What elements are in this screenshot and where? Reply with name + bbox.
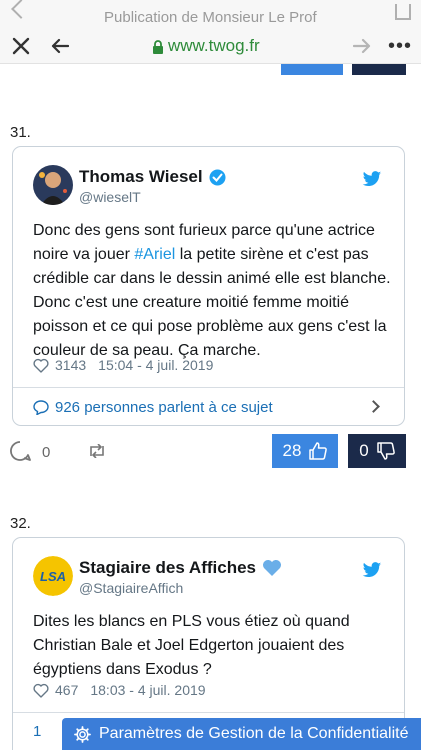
lock-icon: [152, 39, 164, 54]
privacy-settings-label: Paramètres de Gestion de la Confidential…: [99, 725, 409, 742]
avatar: LSA: [33, 556, 73, 596]
hashtag-link[interactable]: #Ariel: [134, 246, 175, 263]
back-button[interactable]: [48, 34, 72, 58]
tweet-text: Donc des gens sont furieux parce qu'une …: [33, 219, 393, 363]
author-name-text: Thomas Wiesel: [79, 167, 203, 186]
browser-nav-bar: www.twog.fr •••: [0, 28, 421, 64]
twitter-bird-icon[interactable]: [362, 171, 382, 193]
browser-title-bar: Publication de Monsieur Le Prof: [0, 0, 421, 28]
post-actions: 0 28 0: [0, 434, 421, 470]
post-number: 32.: [10, 515, 31, 532]
forward-arrow-icon: [353, 38, 371, 54]
previous-like-button[interactable]: [281, 64, 343, 75]
blue-heart-icon: [263, 560, 281, 576]
tweet-conversation-link[interactable]: 926 personnes parlent à ce sujet: [13, 387, 404, 425]
comment-count: 0: [42, 444, 51, 461]
chevron-right-icon: [367, 400, 380, 413]
comment-button[interactable]: [9, 440, 31, 467]
more-menu-button[interactable]: •••: [388, 34, 412, 58]
embedded-tweet[interactable]: Thomas Wiesel @wieselT Donc des gens son…: [12, 146, 405, 426]
tweet-timestamp[interactable]: 18:03 - 4 juil. 2019: [90, 682, 205, 698]
gear-icon: [74, 725, 91, 743]
twitter-bird-icon[interactable]: [362, 562, 382, 584]
thumbs-up-icon: [309, 442, 328, 460]
tweet-meta: 467 18:03 - 4 juil. 2019: [33, 682, 206, 698]
tweet-author-name[interactable]: Stagiaire des Affiches: [79, 558, 282, 578]
tweet-like-count: 467: [55, 682, 79, 698]
address-bar[interactable]: www.twog.fr: [152, 36, 260, 56]
close-icon: [12, 37, 30, 55]
heart-icon[interactable]: [33, 683, 49, 698]
back-arrow-icon: [51, 38, 69, 54]
close-button[interactable]: [9, 34, 33, 58]
speech-bubble-icon: [33, 400, 49, 415]
conversation-text: 926 personnes parlent à ce sujet: [55, 399, 273, 416]
like-button[interactable]: 28: [272, 434, 338, 468]
author-name-text: Stagiaire des Affiches: [79, 558, 256, 577]
faded-back-icon: [11, 0, 31, 19]
thumbs-down-icon: [376, 442, 395, 460]
tweet-like-count: 3143: [55, 357, 87, 373]
retweet-icon: [90, 443, 104, 459]
tweet-meta: 3143 15:04 - 4 juil. 2019: [33, 357, 213, 373]
post-number: 31.: [10, 124, 31, 141]
heart-icon[interactable]: [33, 358, 49, 373]
privacy-settings-button[interactable]: Paramètres de Gestion de la Confidential…: [62, 718, 421, 750]
tweet-author-handle[interactable]: @StagiaireAffich: [79, 580, 183, 596]
like-count: 28: [282, 441, 302, 460]
previous-dislike-button[interactable]: [352, 64, 406, 75]
url-text: www.twog.fr: [168, 36, 260, 55]
tweet-text: Dites les blancs en PLS vous étiez où qu…: [33, 613, 350, 678]
conversation-text: 1: [33, 723, 42, 740]
forward-button[interactable]: [350, 34, 374, 58]
page-title: Publication de Monsieur Le Prof: [104, 9, 317, 26]
avatar-logo-text: LSA: [40, 569, 66, 584]
share-button[interactable]: [88, 443, 106, 463]
verified-icon: [209, 169, 226, 185]
comment-icon: [10, 441, 31, 461]
dislike-button[interactable]: 0: [348, 434, 406, 468]
avatar: [33, 165, 73, 205]
dislike-count: 0: [359, 441, 369, 460]
tweet-author-handle[interactable]: @wieselT: [79, 189, 141, 205]
tweet-timestamp[interactable]: 15:04 - 4 juil. 2019: [98, 357, 213, 373]
tweet-author-name[interactable]: Thomas Wiesel: [79, 167, 226, 187]
faded-share-icon: [395, 4, 411, 20]
